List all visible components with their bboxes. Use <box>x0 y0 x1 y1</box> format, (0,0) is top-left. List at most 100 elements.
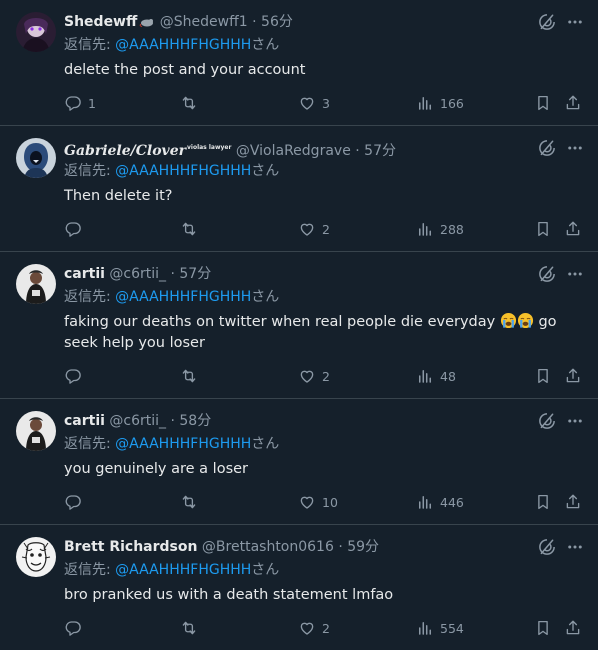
reply-to-link[interactable]: @AAAHHHFHGHHH <box>115 163 251 179</box>
views-button[interactable]: 446 <box>416 492 464 512</box>
handle[interactable]: @c6rtii_ <box>109 266 166 282</box>
grok-icon[interactable] <box>538 13 556 31</box>
like-button[interactable]: 2 <box>298 618 330 638</box>
retweet-button[interactable] <box>180 618 204 638</box>
display-name[interactable]: Shedewff <box>64 14 137 30</box>
bookmark-button[interactable] <box>534 219 552 239</box>
like-count: 2 <box>322 620 330 636</box>
tweet-header: Brett Richardson @Brettashton0616 · 59分 <box>64 537 518 557</box>
more-icon[interactable] <box>566 412 584 430</box>
tweet[interactable]: cartii @c6rtii_ · 57分 返信先: @AAAHHHFHGHHH… <box>0 252 598 399</box>
retweet-button[interactable] <box>180 219 204 239</box>
reply-button[interactable] <box>64 492 88 512</box>
share-button[interactable] <box>564 219 582 239</box>
share-button[interactable] <box>564 93 582 113</box>
more-icon[interactable] <box>566 538 584 556</box>
tweet-text: faking our deaths on twitter when real p… <box>64 312 564 354</box>
reply-icon <box>65 495 81 510</box>
view-count: 288 <box>440 221 464 237</box>
bookmark-button[interactable] <box>534 618 552 638</box>
views-button[interactable]: 166 <box>416 93 464 113</box>
like-count: 2 <box>322 221 330 237</box>
tweet-text: Then delete it? <box>64 188 173 204</box>
views-icon <box>419 496 431 509</box>
avatar[interactable] <box>16 138 56 178</box>
reply-button[interactable]: 1 <box>64 93 96 113</box>
share-button[interactable] <box>564 492 582 512</box>
reply-count: 1 <box>88 95 96 111</box>
display-name[interactable]: Gabriele/Clover <box>64 143 186 159</box>
bookmark-button[interactable] <box>534 366 552 386</box>
reply-prefix: 返信先: <box>64 562 116 578</box>
avatar[interactable] <box>16 537 56 577</box>
bookmark-button[interactable] <box>534 93 552 113</box>
handle[interactable]: @Brettashton0616 <box>202 539 334 555</box>
reply-to-link[interactable]: @AAAHHHFHGHHH <box>115 562 251 578</box>
share-button[interactable] <box>564 618 582 638</box>
view-count: 554 <box>440 620 464 636</box>
reply-button[interactable] <box>64 618 88 638</box>
more-icon[interactable] <box>566 265 584 283</box>
timestamp[interactable]: · 57分 <box>171 266 212 282</box>
tweet[interactable]: cartii @c6rtii_ · 58分 返信先: @AAAHHHFHGHHH… <box>0 399 598 525</box>
tweet-text: delete the post and your account <box>64 62 306 78</box>
tweet[interactable]: Shedewff @Shedewff1 · 56分 返信先: @AAAHHHFH… <box>0 0 598 126</box>
tweet[interactable]: Brett Richardson @Brettashton0616 · 59分 … <box>0 525 598 650</box>
like-icon <box>300 496 314 509</box>
avatar[interactable] <box>16 411 56 451</box>
more-icon[interactable] <box>566 13 584 31</box>
reply-suffix: さん <box>251 436 280 452</box>
reply-context: 返信先: @AAAHHHFHGHHHさん <box>64 560 279 580</box>
timestamp[interactable]: · 59分 <box>338 539 379 555</box>
tweet-actions: 2 288 <box>64 219 584 239</box>
display-name[interactable]: cartii <box>64 266 105 282</box>
bookmark-icon <box>538 95 548 111</box>
grok-icon[interactable] <box>538 139 556 157</box>
reply-to-link[interactable]: @AAAHHHFHGHHH <box>115 436 251 452</box>
tweet-header: Gabriele/Cloverviolas lawyer @ViolaRedgr… <box>64 138 518 159</box>
loudly-crying-face-icon <box>517 312 534 329</box>
reply-to-link[interactable]: @AAAHHHFHGHHH <box>115 289 251 305</box>
display-name[interactable]: cartii <box>64 413 105 429</box>
grok-icon[interactable] <box>538 412 556 430</box>
retweet-button[interactable] <box>180 93 204 113</box>
bookmark-icon <box>538 620 548 636</box>
views-button[interactable]: 288 <box>416 219 464 239</box>
avatar[interactable] <box>16 12 56 52</box>
like-count: 3 <box>322 95 330 111</box>
handle[interactable]: @c6rtii_ <box>109 413 166 429</box>
avatar[interactable] <box>16 264 56 304</box>
share-icon <box>566 620 580 635</box>
retweet-button[interactable] <box>180 366 204 386</box>
timestamp[interactable]: · 58分 <box>171 413 212 429</box>
reply-button[interactable] <box>64 366 88 386</box>
bookmark-button[interactable] <box>534 492 552 512</box>
tweet[interactable]: Gabriele/Cloverviolas lawyer @ViolaRedgr… <box>0 126 598 252</box>
more-icon[interactable] <box>566 139 584 157</box>
reply-suffix: さん <box>251 37 280 53</box>
share-button[interactable] <box>564 366 582 386</box>
display-name[interactable]: Brett Richardson <box>64 539 197 555</box>
timestamp[interactable]: · 57分 <box>355 143 396 159</box>
like-button[interactable]: 2 <box>298 366 330 386</box>
reply-button[interactable] <box>64 219 88 239</box>
like-button[interactable]: 3 <box>298 93 330 113</box>
reply-suffix: さん <box>251 562 280 578</box>
name-badge: violas lawyer <box>186 144 232 151</box>
views-icon <box>419 622 431 635</box>
views-button[interactable]: 554 <box>416 618 464 638</box>
like-button[interactable]: 2 <box>298 219 330 239</box>
handle[interactable]: @ViolaRedgrave <box>236 143 351 159</box>
reply-to-link[interactable]: @AAAHHHFHGHHH <box>115 37 251 53</box>
retweet-button[interactable] <box>180 492 204 512</box>
reply-icon <box>65 621 81 636</box>
share-icon <box>566 368 580 383</box>
like-button[interactable]: 10 <box>298 492 338 512</box>
grok-icon[interactable] <box>538 265 556 283</box>
tweet-top-actions <box>538 537 584 557</box>
timestamp[interactable]: · 56分 <box>252 14 293 30</box>
loudly-crying-face-icon <box>500 312 517 329</box>
views-button[interactable]: 48 <box>416 366 456 386</box>
handle[interactable]: @Shedewff1 <box>160 14 248 30</box>
grok-icon[interactable] <box>538 538 556 556</box>
